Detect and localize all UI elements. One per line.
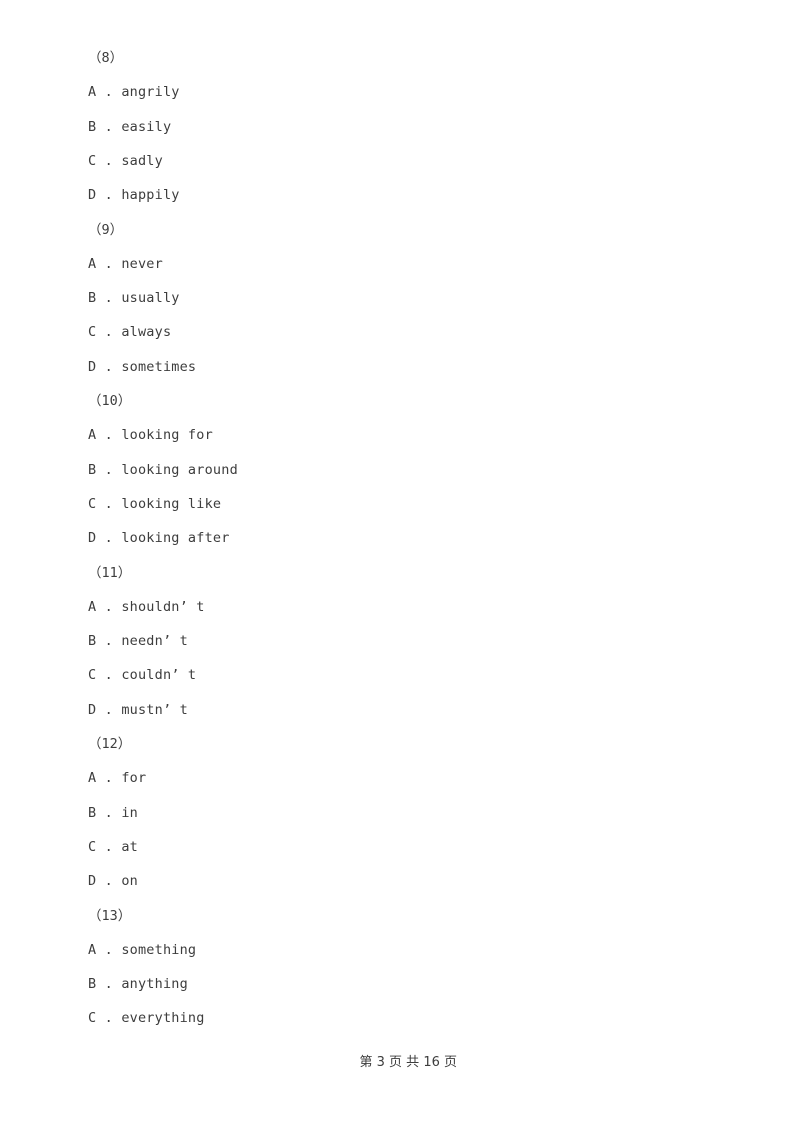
- option-separator: .: [96, 427, 122, 444]
- option-text: usually: [121, 290, 180, 307]
- option-separator: .: [96, 530, 122, 547]
- answer-option[interactable]: A . shouldn’ t: [88, 599, 205, 615]
- option-separator: .: [96, 1010, 122, 1027]
- option-separator: .: [96, 667, 122, 684]
- answer-option[interactable]: A . for: [88, 770, 146, 786]
- option-text: for: [121, 770, 147, 787]
- option-text: needn’ t: [121, 633, 188, 650]
- answer-option[interactable]: C . always: [88, 324, 171, 340]
- answer-option[interactable]: D . mustn’ t: [88, 702, 188, 718]
- option-separator: .: [96, 358, 122, 375]
- option-separator: .: [96, 187, 122, 204]
- question-number-label: （13）: [88, 907, 132, 924]
- answer-option[interactable]: A . angrily: [88, 84, 180, 100]
- option-text: sadly: [121, 152, 163, 169]
- option-separator: .: [96, 873, 122, 890]
- footer-page-indicator: 第 3 页 共 16 页: [359, 1055, 457, 1070]
- option-separator: .: [96, 495, 122, 512]
- option-text: angrily: [121, 84, 180, 101]
- answer-option[interactable]: B . usually: [88, 290, 180, 306]
- answer-option[interactable]: C . looking like: [88, 496, 221, 512]
- option-text: couldn’ t: [121, 667, 197, 684]
- answer-option[interactable]: B . in: [88, 805, 138, 821]
- option-separator: .: [96, 598, 122, 615]
- question-number-label: （8）: [88, 50, 124, 66]
- question-number-label: （12）: [88, 736, 132, 752]
- option-text: in: [121, 804, 138, 821]
- option-text: happily: [121, 187, 180, 204]
- answer-option[interactable]: A . never: [88, 256, 163, 272]
- answer-option[interactable]: B . easily: [88, 119, 171, 135]
- option-text: everything: [121, 1010, 205, 1027]
- option-separator: .: [96, 324, 122, 341]
- answer-option[interactable]: D . looking after: [88, 530, 230, 546]
- option-text: shouldn’ t: [121, 598, 205, 615]
- question-number-label: （9）: [88, 221, 124, 238]
- answer-option[interactable]: C . everything: [88, 1010, 205, 1026]
- option-text: easily: [121, 118, 172, 135]
- option-text: looking like: [121, 495, 222, 512]
- option-text: sometimes: [121, 358, 197, 375]
- question-number-label: （11）: [88, 564, 132, 581]
- answer-option[interactable]: C . sadly: [88, 153, 163, 169]
- option-text: never: [121, 255, 163, 272]
- option-separator: .: [96, 152, 122, 169]
- option-separator: .: [96, 701, 122, 718]
- option-text: looking for: [121, 427, 213, 444]
- option-separator: .: [96, 770, 122, 787]
- option-separator: .: [96, 461, 122, 478]
- answer-option[interactable]: D . happily: [88, 187, 180, 203]
- answer-option[interactable]: B . looking around: [88, 462, 238, 478]
- page-footer: 第 3 页 共 16 页: [0, 1036, 800, 1090]
- option-text: looking around: [121, 461, 238, 478]
- answer-option[interactable]: C . couldn’ t: [88, 667, 196, 683]
- option-separator: .: [96, 84, 122, 101]
- answer-option[interactable]: C . at: [88, 839, 138, 855]
- answer-option[interactable]: D . on: [88, 873, 138, 889]
- option-text: on: [121, 873, 138, 890]
- option-separator: .: [96, 255, 122, 272]
- option-separator: .: [96, 118, 122, 135]
- option-text: always: [121, 324, 172, 341]
- answer-option[interactable]: B . anything: [88, 976, 188, 992]
- option-separator: .: [96, 941, 122, 958]
- question-number-label: （10）: [88, 393, 132, 409]
- option-separator: .: [96, 976, 122, 993]
- answer-option[interactable]: D . sometimes: [88, 359, 196, 375]
- answer-option[interactable]: A . looking for: [88, 427, 213, 443]
- option-separator: .: [96, 804, 122, 821]
- option-text: anything: [121, 976, 188, 993]
- document-page: （8） A . angrily B . easily C . sadly D . hap…: [0, 0, 800, 1132]
- option-text: mustn’ t: [121, 701, 188, 718]
- option-separator: .: [96, 290, 122, 307]
- option-text: something: [121, 941, 197, 958]
- option-text: at: [121, 838, 138, 855]
- answer-option[interactable]: B . needn’ t: [88, 633, 188, 649]
- option-separator: .: [96, 633, 122, 650]
- answer-option[interactable]: A . something: [88, 942, 196, 958]
- option-text: looking after: [121, 530, 230, 547]
- option-separator: .: [96, 838, 122, 855]
